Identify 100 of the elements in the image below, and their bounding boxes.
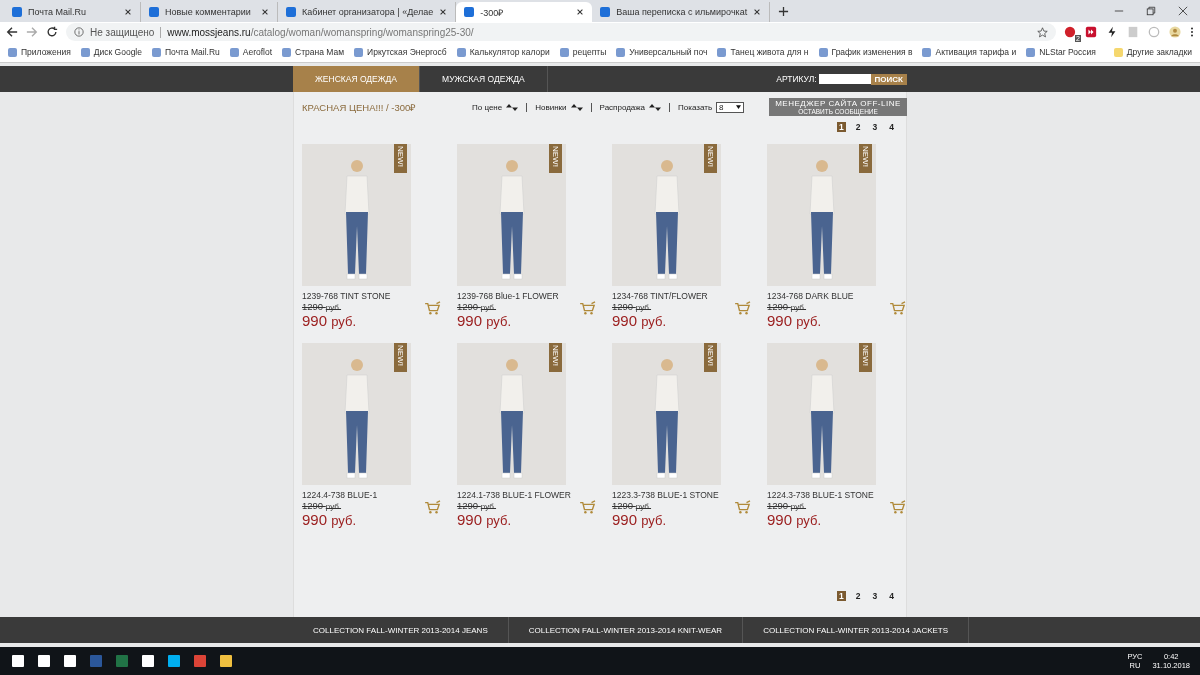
sort-link[interactable]: По цене xyxy=(472,102,503,112)
address-bar[interactable]: Не защищено www.mossjeans.ru/catalog/woman/womanspring/womanspring25-30/ xyxy=(66,23,1056,41)
bookmark-link[interactable]: Танец живота для н xyxy=(717,47,809,57)
page-link[interactable]: 2 xyxy=(853,591,863,601)
search-button[interactable]: ПОИСК xyxy=(870,73,907,85)
new-ribbon: NEW! xyxy=(549,144,562,173)
sale-price: 990 руб. xyxy=(302,511,356,528)
photo-placeholder[interactable]: NEW! xyxy=(612,343,721,485)
sale-price: 990 руб. xyxy=(612,312,666,329)
old-price: 1290 руб. xyxy=(612,301,653,312)
sale-price: 990 руб. xyxy=(457,312,511,329)
new-ribbon: NEW! xyxy=(394,144,407,173)
new-ribbon: NEW! xyxy=(859,343,872,372)
old-price: 1290 руб. xyxy=(767,500,808,511)
bookmark-link[interactable]: рецепты xyxy=(559,47,607,57)
photo-placeholder[interactable]: NEW! xyxy=(612,144,721,286)
cart-icon[interactable] xyxy=(734,500,752,514)
menu-icon[interactable] xyxy=(1190,26,1194,38)
product-name[interactable]: 1234-768 DARK BLUE xyxy=(767,291,907,301)
sale-price: 990 руб. xyxy=(612,511,666,528)
old-price: 1290 руб. xyxy=(767,301,808,312)
cart-icon[interactable] xyxy=(424,500,442,514)
bookmark-link[interactable]: Aeroflot xyxy=(229,47,273,57)
bookmark-folder[interactable]: Другие закладки xyxy=(1113,47,1192,57)
product-name[interactable]: 1224.3-738 BLUE-1 STONE xyxy=(767,490,907,500)
cart-icon[interactable] xyxy=(889,301,907,315)
sort-link[interactable]: Новинки xyxy=(535,102,567,112)
cart-icon[interactable] xyxy=(734,301,752,315)
category-tab[interactable]: ЖЕНСКАЯ ОДЕЖДА xyxy=(293,66,421,92)
photo-placeholder[interactable]: NEW! xyxy=(302,144,411,286)
bookmark-link[interactable]: Приложения xyxy=(8,47,71,57)
product-name[interactable]: 1239-768 Blue-1 FLOWER xyxy=(457,291,597,301)
bookmark-link[interactable]: Универсальный поч xyxy=(616,47,708,57)
show-label: Показать xyxy=(678,102,713,112)
close-icon[interactable] xyxy=(439,8,448,16)
old-price: 1290 руб. xyxy=(302,301,343,312)
photo-placeholder[interactable]: NEW! xyxy=(767,343,876,485)
photo-placeholder[interactable]: NEW! xyxy=(302,343,411,485)
product-name[interactable]: 1239-768 TINT STONE xyxy=(302,291,442,301)
fast-forward-icon[interactable] xyxy=(1085,26,1097,38)
bookmark-star-icon[interactable] xyxy=(1037,26,1048,38)
new-ribbon: NEW! xyxy=(394,343,407,372)
new-ribbon: NEW! xyxy=(549,343,562,372)
sort-arrows-icon[interactable] xyxy=(649,103,662,111)
sale-price: 990 руб. xyxy=(767,511,821,528)
page-link[interactable]: 1 xyxy=(837,122,846,132)
product-name[interactable]: 1234-768 TINT/FLOWER xyxy=(612,291,752,301)
photo-placeholder[interactable]: NEW! xyxy=(767,144,876,286)
back-icon[interactable] xyxy=(6,26,18,38)
product-name[interactable]: 1223.3-738 BLUE-1 STONE xyxy=(612,490,752,500)
collection-link[interactable]: COLLECTION FALL-WINTER 2013-2014 JEANS xyxy=(293,617,509,643)
stop-sign-icon[interactable] xyxy=(1064,26,1076,38)
favicon-icon xyxy=(600,7,611,17)
cart-icon[interactable] xyxy=(579,500,597,514)
article-input-field[interactable] xyxy=(818,74,871,84)
bookmark-link[interactable]: Диск Google xyxy=(80,47,142,57)
collection-link[interactable]: COLLECTION FALL-WINTER 2013-2014 KNIT-WEAR xyxy=(508,617,744,643)
cart-icon[interactable] xyxy=(579,301,597,315)
caret-icon xyxy=(736,105,742,109)
bookmark-link[interactable]: Страна Мам xyxy=(282,47,345,57)
old-price: 1290 руб. xyxy=(612,500,653,511)
old-price: 1290 руб. xyxy=(302,500,343,511)
close-icon[interactable] xyxy=(753,8,762,16)
bookmark-link[interactable]: NLStar Россия xyxy=(1026,47,1096,57)
browser-tab[interactable]: -300₽ xyxy=(456,2,593,22)
new-tab-icon[interactable] xyxy=(778,6,790,17)
avatar-icon[interactable] xyxy=(1169,26,1181,38)
bookmark-link[interactable]: Почта Mail.Ru xyxy=(152,47,220,57)
bookmark-link[interactable]: Иркутская Энергосб xyxy=(354,47,447,57)
page-link[interactable]: 4 xyxy=(887,591,896,601)
photo-placeholder[interactable]: NEW! xyxy=(457,343,566,485)
bookmark-link[interactable]: Активация тарифа и xyxy=(922,47,1017,57)
reload-icon[interactable] xyxy=(46,26,58,38)
product-name[interactable]: 1224.1-738 BLUE-1 FLOWER xyxy=(457,490,597,500)
page-link[interactable]: 4 xyxy=(887,122,896,132)
sort-arrows-icon[interactable] xyxy=(506,103,519,111)
lightning-icon[interactable] xyxy=(1106,26,1118,38)
close-icon[interactable] xyxy=(124,8,132,16)
sort-arrows-icon[interactable] xyxy=(570,103,583,111)
per-page-select[interactable]: 8 xyxy=(716,101,745,113)
product-name[interactable]: 1224.4-738 BLUE-1 xyxy=(302,490,442,500)
page-link[interactable]: 3 xyxy=(870,122,880,132)
page-link[interactable]: 2 xyxy=(853,122,863,132)
sale-price: 990 руб. xyxy=(457,511,511,528)
new-ribbon: NEW! xyxy=(704,343,717,372)
page-link[interactable]: 1 xyxy=(837,591,846,601)
sort-link[interactable]: Распродажа xyxy=(599,102,646,112)
close-icon[interactable] xyxy=(261,8,269,16)
close-icon[interactable] xyxy=(576,8,585,16)
info-icon[interactable] xyxy=(74,27,84,37)
photo-placeholder[interactable]: NEW! xyxy=(457,144,566,286)
page-link[interactable]: 3 xyxy=(870,591,880,601)
collection-link[interactable]: COLLECTION FALL-WINTER 2013-2014 JACKETS xyxy=(743,617,970,643)
sale-price: 990 руб. xyxy=(767,312,821,329)
cart-icon[interactable] xyxy=(889,500,907,514)
bookmark-link[interactable]: Калькулятор калори xyxy=(456,47,550,57)
close-icon[interactable] xyxy=(1178,6,1188,16)
cart-icon[interactable] xyxy=(424,301,442,315)
bookmark-link[interactable]: График изменения в xyxy=(818,47,913,57)
restore-icon[interactable] xyxy=(1146,6,1156,16)
